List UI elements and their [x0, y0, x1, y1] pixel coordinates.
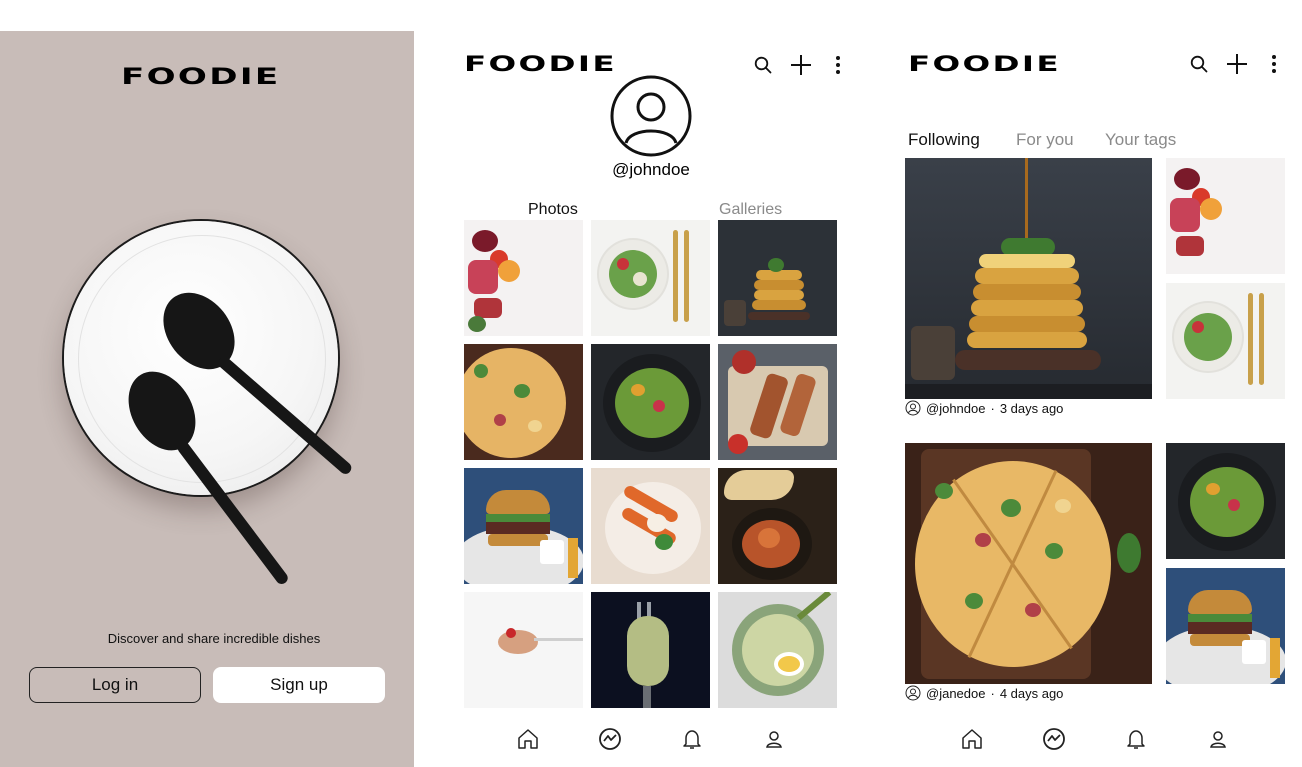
app-logo: FOODIE	[908, 52, 1061, 76]
post-meta: @johndoe · 3 days ago	[905, 400, 1063, 416]
tab-your-tags[interactable]: Your tags	[1105, 130, 1176, 150]
photo-tile[interactable]	[464, 220, 583, 336]
tab-photos[interactable]: Photos	[528, 201, 578, 219]
post-side-image[interactable]	[1166, 283, 1285, 399]
photo-tile[interactable]	[464, 344, 583, 460]
tagline: Discover and share incredible dishes	[107, 631, 321, 646]
profile-icon[interactable]	[1206, 727, 1230, 751]
tab-following[interactable]: Following	[908, 130, 980, 150]
post-side-image[interactable]	[1166, 158, 1285, 274]
post-side-image[interactable]	[1166, 443, 1285, 559]
profile-icon[interactable]	[762, 727, 786, 751]
user-avatar-icon[interactable]	[905, 685, 921, 701]
plus-icon[interactable]	[790, 54, 812, 76]
photo-tile[interactable]	[464, 592, 583, 708]
landing-screen: FOODIE Discover and share incredible dis…	[0, 31, 414, 767]
tab-for-you[interactable]: For you	[1016, 130, 1074, 150]
profile-username: @johndoe	[612, 160, 690, 179]
photo-tile[interactable]	[718, 220, 837, 336]
photo-tile[interactable]	[591, 592, 710, 708]
search-icon[interactable]	[1190, 55, 1208, 73]
post-main-image[interactable]	[905, 443, 1152, 684]
post-author[interactable]: @janedoe	[926, 686, 985, 701]
photo-tile[interactable]	[464, 468, 583, 584]
more-vertical-icon[interactable]	[833, 55, 843, 75]
home-icon[interactable]	[960, 727, 984, 751]
photo-tile[interactable]	[718, 468, 837, 584]
post-time: 4 days ago	[999, 685, 1064, 701]
post-side-image[interactable]	[1166, 568, 1285, 684]
meta-separator: ·	[990, 685, 995, 701]
login-button[interactable]: Log in	[29, 667, 201, 703]
post-author[interactable]: @johndoe	[926, 401, 985, 416]
user-avatar-icon[interactable]	[905, 400, 921, 416]
app-logo: FOODIE	[464, 52, 617, 76]
bell-icon[interactable]	[1124, 727, 1148, 751]
more-vertical-icon[interactable]	[1269, 54, 1279, 74]
post-main-image[interactable]	[905, 158, 1152, 399]
meta-separator: ·	[990, 400, 995, 416]
bell-icon[interactable]	[680, 727, 704, 751]
post-time: 3 days ago	[999, 400, 1064, 416]
post-meta: @janedoe · 4 days ago	[905, 685, 1063, 701]
photo-tile[interactable]	[591, 220, 710, 336]
photo-tile[interactable]	[718, 344, 837, 460]
plus-icon[interactable]	[1226, 53, 1248, 75]
photo-tile[interactable]	[718, 592, 837, 708]
search-icon[interactable]	[754, 56, 772, 74]
home-icon[interactable]	[516, 727, 540, 751]
tab-galleries[interactable]: Galleries	[719, 201, 782, 219]
signup-button[interactable]: Sign up	[213, 667, 385, 703]
app-logo: FOODIE	[121, 65, 281, 90]
photo-tile[interactable]	[591, 468, 710, 584]
explore-icon[interactable]	[1042, 727, 1066, 751]
avatar[interactable]	[610, 75, 692, 157]
photo-tile[interactable]	[591, 344, 710, 460]
explore-icon[interactable]	[598, 727, 622, 751]
